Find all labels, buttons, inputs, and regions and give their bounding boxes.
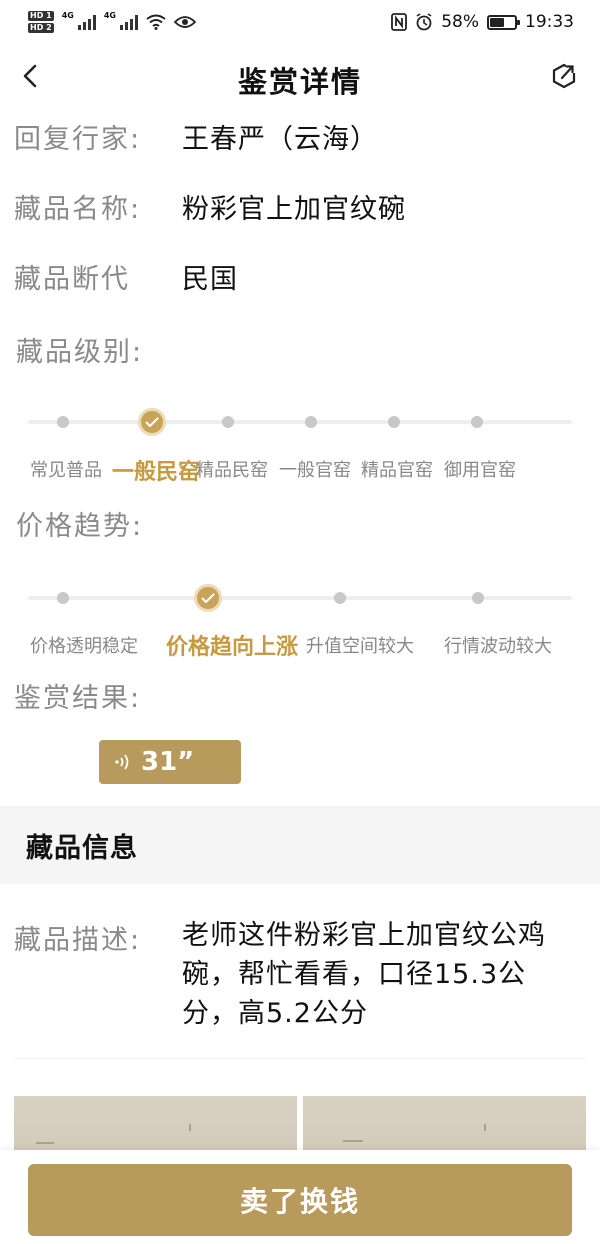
level-selected-check[interactable] <box>138 408 166 436</box>
trend-option-1[interactable]: 价格趋向上涨 <box>166 629 298 661</box>
collection-info-title: 藏品信息 <box>26 832 138 864</box>
name-row: 藏品名称: 粉彩官上加官纹碗 <box>0 186 600 226</box>
era-label: 藏品断代 <box>14 263 130 295</box>
description-label: 藏品描述: <box>14 925 142 956</box>
battery-percent: 58% <box>441 12 479 32</box>
name-value: 粉彩官上加官纹碗 <box>182 193 406 225</box>
signal-icon-2 <box>119 14 138 30</box>
photo-mark <box>484 1124 486 1131</box>
check-icon <box>145 417 159 427</box>
status-left: HD 1 HD 2 4G 4G <box>28 11 196 33</box>
sell-button[interactable]: 卖了换钱 <box>28 1164 572 1236</box>
trend-dot-3[interactable] <box>472 592 484 604</box>
description-text: 老师这件粉彩官上加官纹公鸡碗，帮忙看看，口径15.3公分，高5.2公分 <box>182 920 546 1029</box>
level-label: 藏品级别: <box>16 337 144 368</box>
level-dot-2[interactable] <box>222 416 234 428</box>
level-option-5[interactable]: 御用官窑 <box>444 456 516 482</box>
level-slider[interactable]: 常见普品 一般民窑 精品民窑 一般官窑 精品官窑 御用官窑 <box>0 400 600 485</box>
level-track <box>28 420 572 424</box>
alarm-icon <box>416 13 432 31</box>
expert-value: 王春严（云海） <box>182 123 378 155</box>
audio-duration: 31” <box>141 747 195 777</box>
page-title: 鉴赏详情 <box>237 65 362 99</box>
photo-mark <box>343 1140 363 1142</box>
photo-mark <box>36 1142 54 1144</box>
signal-icon <box>77 14 96 30</box>
share-icon <box>552 63 576 89</box>
hd2-badge: HD 2 <box>28 23 54 33</box>
level-dot-5[interactable] <box>471 416 483 428</box>
trend-option-3[interactable]: 行情波动较大 <box>444 632 552 658</box>
level-dot-4[interactable] <box>388 416 400 428</box>
network-type-1: 4G <box>61 11 74 20</box>
share-button[interactable] <box>550 62 578 90</box>
check-icon <box>201 593 215 603</box>
wifi-icon <box>146 14 166 30</box>
battery-fill <box>490 17 504 27</box>
era-value: 民国 <box>182 263 238 295</box>
level-option-1[interactable]: 一般民窑 <box>112 454 200 486</box>
trend-dot-2[interactable] <box>334 592 346 604</box>
back-button[interactable] <box>18 62 42 90</box>
battery-icon <box>487 14 520 30</box>
photo-mark <box>189 1124 191 1131</box>
status-bar: HD 1 HD 2 4G 4G 58% 19:33 <box>0 0 600 44</box>
divider <box>14 1058 586 1059</box>
trend-dot-0[interactable] <box>57 592 69 604</box>
audio-message-button[interactable]: 31” <box>99 740 241 784</box>
level-option-2[interactable]: 精品民窑 <box>196 456 268 482</box>
trend-option-2[interactable]: 升值空间较大 <box>306 632 414 658</box>
trend-label: 价格趋势: <box>16 511 144 542</box>
status-right: 58% 19:33 <box>391 12 574 32</box>
chevron-left-icon <box>23 64 37 88</box>
level-option-3[interactable]: 一般官窑 <box>279 456 351 482</box>
hd1-badge: HD 1 <box>28 11 54 21</box>
trend-option-0[interactable]: 价格透明稳定 <box>30 632 138 658</box>
era-row: 藏品断代 民国 <box>0 256 600 296</box>
level-dot-3[interactable] <box>305 416 317 428</box>
level-option-4[interactable]: 精品官窑 <box>361 456 433 482</box>
app-header: 鉴赏详情 <box>0 50 600 110</box>
bottom-action-bar: 卖了换钱 <box>0 1150 600 1244</box>
network-type-2: 4G <box>103 11 116 20</box>
result-label: 鉴赏结果: <box>14 683 142 714</box>
eye-icon <box>173 16 196 28</box>
clock: 19:33 <box>525 12 574 32</box>
trend-selected-check[interactable] <box>194 584 222 612</box>
voice-wave-icon <box>115 754 129 770</box>
level-option-0[interactable]: 常见普品 <box>30 456 102 482</box>
nfc-icon <box>391 13 408 31</box>
trend-slider[interactable]: 价格透明稳定 价格趋向上涨 升值空间较大 行情波动较大 <box>0 576 600 660</box>
name-label: 藏品名称: <box>14 193 142 225</box>
expert-label: 回复行家: <box>14 123 142 155</box>
collection-info-header: 藏品信息 <box>0 806 600 884</box>
level-dot-0[interactable] <box>57 416 69 428</box>
hd-indicators: HD 1 HD 2 <box>28 11 54 33</box>
sell-button-label: 卖了换钱 <box>239 1185 360 1218</box>
trend-track <box>28 596 572 600</box>
expert-row: 回复行家: 王春严（云海） <box>0 116 600 156</box>
